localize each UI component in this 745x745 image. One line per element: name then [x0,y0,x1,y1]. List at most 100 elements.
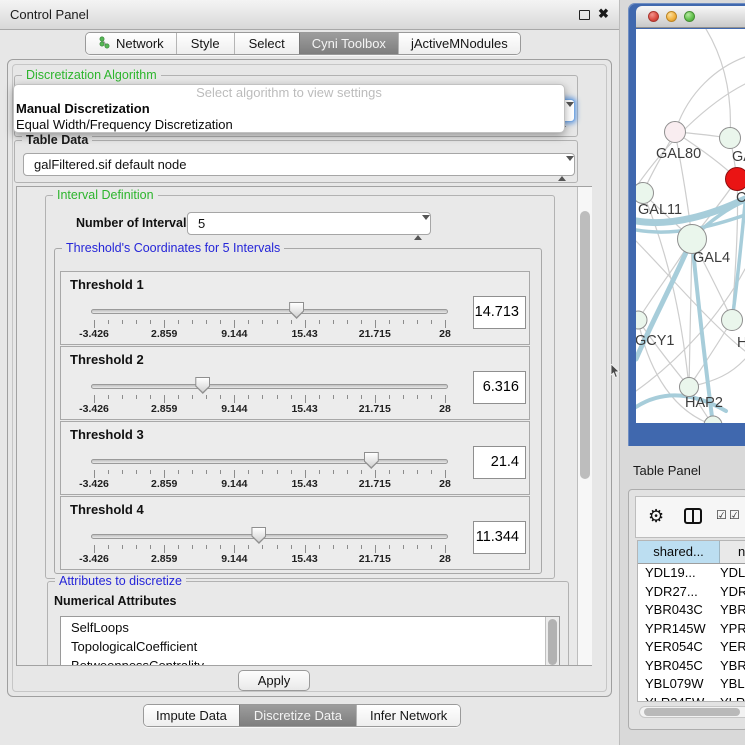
zoom-traffic-light-icon[interactable] [684,11,695,22]
network-node[interactable] [680,378,699,397]
list-scrollbar[interactable] [545,617,559,665]
panel-title: Control Panel [10,7,89,22]
list-scrollbar-thumb[interactable] [548,619,557,665]
settings-scrollbar[interactable] [577,187,592,665]
table-cell-shared-name[interactable]: YBR043C [638,601,720,620]
close-traffic-light-icon[interactable] [648,11,659,22]
table-cell-shared-name[interactable]: YDL19... [638,564,720,583]
table-panel-title: Table Panel [633,463,701,478]
algorithm-option-equal-width[interactable]: Equal Width/Frequency Discretization [14,117,564,133]
algorithm-prompt-option[interactable]: Select algorithm to view settings [14,85,564,101]
slider-tick [206,320,207,324]
table-row[interactable]: YPR145WYPR1 [638,620,745,639]
table-cell-shared-name[interactable]: YBL079W [638,675,720,694]
minimize-traffic-light-icon[interactable] [666,11,677,22]
table-cell-name[interactable]: YER0 [720,638,745,657]
slider-tick [94,395,95,403]
num-intervals-combo[interactable]: 5 [187,212,431,235]
table-cell-shared-name[interactable]: YBR045C [638,657,720,676]
gear-icon[interactable]: ⚙ [648,505,664,527]
slider-handle[interactable] [195,377,210,394]
tab-style[interactable]: Style [176,33,234,54]
network-node[interactable] [722,310,743,331]
network-window-titlebar[interactable] [636,6,745,28]
table-row[interactable]: YBR043CYBR0 [638,601,745,620]
numeric-attribute-item[interactable]: SelfLoops [61,618,545,637]
threshold-value-field[interactable]: 6.316 [473,371,526,404]
numerical-attributes-list[interactable]: SelfLoopsTopologicalCoefficientBetweenne… [60,616,560,665]
slider-track[interactable] [91,384,448,389]
slider-tick [361,545,362,549]
split-view-icon[interactable] [684,508,702,524]
network-node-label: C [736,190,745,206]
table-cell-shared-name[interactable]: YLR345W [638,694,720,703]
threshold-value-field[interactable]: 21.4 [473,446,526,479]
tab-impute-data[interactable]: Impute Data [144,705,239,726]
tab-cyni-toolbox[interactable]: Cyni Toolbox [299,33,398,54]
table-row[interactable]: YLR345WYLR3 [638,694,745,703]
network-view-frame[interactable]: GAL80GACGAL11GAL4GCY1HHAP2 [628,3,745,446]
tab-jactivemnodules[interactable]: jActiveMNodules [398,33,520,54]
float-window-icon[interactable] [579,10,590,20]
close-icon[interactable]: ✖ [598,6,609,22]
table-cell-name[interactable]: YBR0 [720,601,745,620]
checkbox-icon[interactable]: ☑ [716,508,727,522]
tab-infer-network[interactable]: Infer Network [356,705,460,726]
network-node[interactable] [636,183,654,204]
table-cell-shared-name[interactable]: YDR27... [638,583,720,602]
table-cell-name[interactable]: YBL0 [720,675,745,694]
slider-track[interactable] [91,534,448,539]
column-header-shared-name[interactable]: shared... [638,541,720,563]
slider-tick [333,395,334,399]
network-node[interactable] [726,168,745,191]
slider-tick [417,395,418,399]
tab-discretize-data[interactable]: Discretize Data [239,705,356,726]
slider-handle[interactable] [364,452,379,469]
tab-network[interactable]: Network [86,33,176,54]
slider-tick [347,545,348,549]
slider-track[interactable] [91,459,448,464]
threshold-label: Threshold 1 [70,277,144,292]
slider-tick [248,395,249,399]
threshold-3-panel: Threshold 3 -3.4262.8599.14415.4321.7152… [60,421,530,495]
table-row[interactable]: YER054CYER0 [638,638,745,657]
network-node[interactable] [720,128,741,149]
cyni-mode-tabs: Impute Data Discretize Data Infer Networ… [143,704,461,727]
table-cell-name[interactable]: YBR0 [720,657,745,676]
slider-tick [305,395,306,403]
network-node[interactable] [665,122,686,143]
threshold-value-field[interactable]: 14.713 [473,296,526,329]
slider-tick [375,395,376,403]
table-data-combo[interactable]: galFiltered.sif default node [23,153,575,176]
slider-tick [417,470,418,474]
table-hscrollbar-thumb[interactable] [644,708,740,716]
tab-select[interactable]: Select [234,33,299,54]
table-row[interactable]: YDR27...YDR2 [638,583,745,602]
table-cell-shared-name[interactable]: YER054C [638,638,720,657]
network-node[interactable] [704,416,722,423]
table-hscrollbar[interactable] [639,706,745,718]
table-row[interactable]: YBR045CYBR0 [638,657,745,676]
numeric-attribute-item[interactable]: TopologicalCoefficient [61,637,545,656]
settings-scrollbar-thumb[interactable] [580,211,590,479]
slider-track[interactable] [91,309,448,314]
apply-button[interactable]: Apply [238,670,310,691]
table-cell-name[interactable]: YLR3 [720,694,745,703]
slider-tick [164,320,165,328]
algorithm-option-manual[interactable]: Manual Discretization [14,101,564,117]
table-cell-name[interactable]: YDR2 [720,583,745,602]
table-row[interactable]: YBL079WYBL0 [638,675,745,694]
column-header-name[interactable]: na [720,541,745,563]
table-cell-name[interactable]: YPR1 [720,620,745,639]
table-cell-name[interactable]: YDL1 [720,564,745,583]
numeric-attribute-item[interactable]: BetweennessCentrality [61,656,545,665]
slider-scale-label: 28 [439,403,451,415]
table-row[interactable]: YDL19...YDL1 [638,564,745,583]
checkbox-icon[interactable]: ☑ [729,508,740,522]
network-canvas[interactable]: GAL80GACGAL11GAL4GCY1HHAP2 [636,29,745,423]
slider-handle[interactable] [251,527,266,544]
slider-handle[interactable] [289,302,304,319]
threshold-value-field[interactable]: 11.344 [473,521,526,554]
network-node[interactable] [636,311,647,329]
table-cell-shared-name[interactable]: YPR145W [638,620,720,639]
